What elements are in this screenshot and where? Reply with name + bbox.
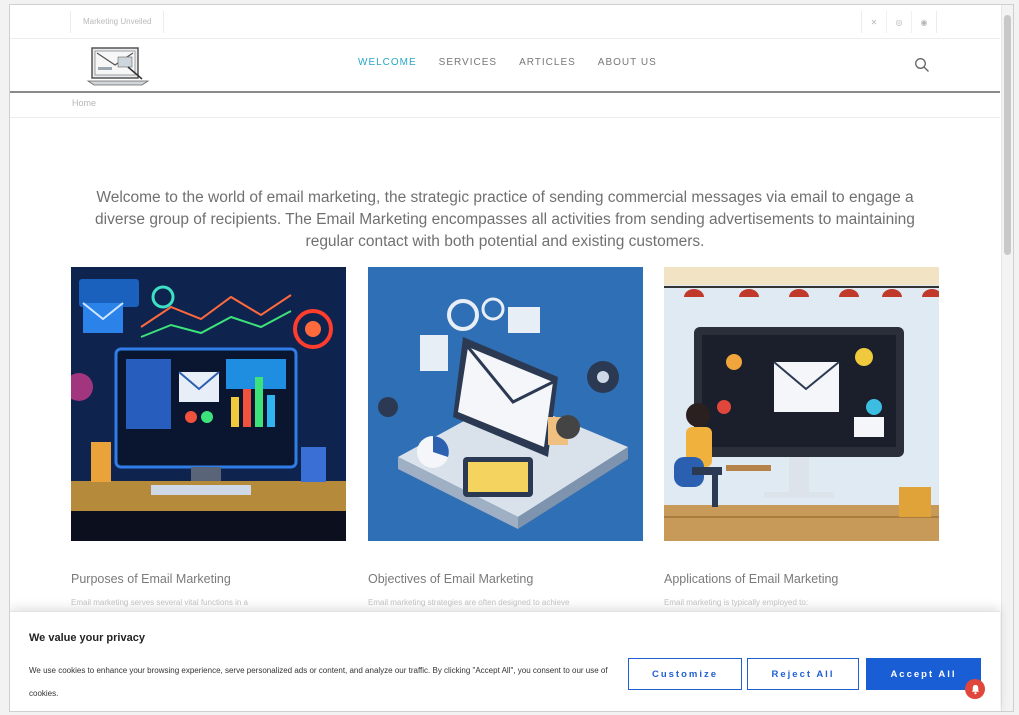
card-excerpt: Email marketing strategies are often des…	[368, 598, 570, 607]
cookie-title: We value your privacy	[29, 632, 145, 644]
card-applications[interactable]: Applications of Email Marketing Email ma…	[664, 267, 942, 607]
instagram-icon[interactable]: ◎	[887, 11, 912, 33]
card-image-purposes[interactable]	[65, 267, 346, 541]
site-header: WELCOME SERVICES ARTICLES ABOUT US	[10, 39, 1000, 93]
accept-all-button[interactable]: Accept All	[866, 658, 981, 690]
card-objectives[interactable]: Objectives of Email Marketing Email mark…	[368, 267, 643, 607]
reject-all-button[interactable]: Reject All	[747, 658, 859, 690]
pinterest-icon[interactable]: ◉	[912, 11, 936, 33]
card-excerpt: Email marketing is typically employed to…	[664, 598, 809, 607]
cookie-text: We use cookies to enhance your browsing …	[29, 666, 608, 698]
card-title[interactable]: Purposes of Email Marketing	[71, 572, 346, 586]
browser-page: Marketing Unveiled ✕ ◎ ◉ WELCOME SERVICE…	[9, 4, 1014, 712]
nav-about-us[interactable]: ABOUT US	[598, 57, 657, 68]
nav-services[interactable]: SERVICES	[439, 57, 497, 68]
scrollbar-thumb[interactable]	[1004, 15, 1011, 255]
card-excerpt: Email marketing serves several vital fun…	[71, 598, 248, 607]
card-title[interactable]: Objectives of Email Marketing	[368, 572, 643, 586]
customize-button[interactable]: Customize	[628, 658, 742, 690]
logo[interactable]	[84, 43, 154, 87]
card-purposes[interactable]: Purposes of Email Marketing Email market…	[65, 267, 346, 607]
breadcrumb: Home	[10, 93, 1000, 118]
card-image-applications[interactable]	[664, 267, 942, 541]
top-bar: Marketing Unveiled ✕ ◎ ◉	[10, 5, 1000, 39]
nav-articles[interactable]: ARTICLES	[519, 57, 576, 68]
search-icon[interactable]	[914, 57, 930, 73]
notification-bell-icon[interactable]	[965, 679, 985, 699]
card-image-objectives[interactable]	[368, 267, 643, 541]
page-scrollbar[interactable]	[1001, 5, 1013, 711]
x-icon[interactable]: ✕	[862, 11, 887, 33]
site-name[interactable]: Marketing Unveiled	[70, 11, 165, 33]
intro-text: Welcome to the world of email marketing,…	[95, 188, 915, 250]
card-title[interactable]: Applications of Email Marketing	[664, 572, 939, 586]
social-links: ✕ ◎ ◉	[861, 11, 937, 33]
breadcrumb-home[interactable]: Home	[72, 98, 96, 108]
cookie-consent-banner: We value your privacy We use cookies to …	[10, 611, 1000, 711]
main-nav: WELCOME SERVICES ARTICLES ABOUT US	[358, 57, 679, 68]
nav-welcome[interactable]: WELCOME	[358, 57, 417, 68]
